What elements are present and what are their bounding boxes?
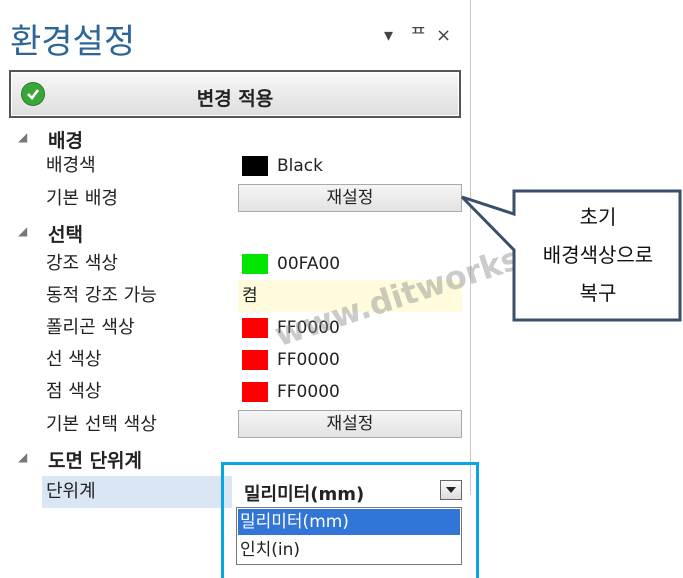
units-option-inch[interactable]: 인치(in) — [238, 537, 460, 563]
property-row-background-color[interactable]: 배경색 Black — [0, 150, 462, 182]
properties-panel: 환경설정 ▾ ᄑ × 변경 적용 ◢ 배경 배경색 Black 기본 배경 재설… — [0, 0, 471, 508]
units-dropdown-list: 밀리미터(mm) 인치(in) — [236, 507, 462, 565]
category-label: 선택 — [48, 224, 83, 246]
property-name: 폴리곤 색상 — [46, 317, 135, 338]
close-icon[interactable]: × — [436, 26, 451, 46]
property-value: 00FA00 — [277, 254, 341, 274]
apply-changes-button[interactable]: 변경 적용 — [9, 70, 461, 118]
property-name: 강조 색상 — [46, 253, 118, 274]
panel-title-bar: 환경설정 ▾ ᄑ × — [0, 0, 470, 64]
property-name: 단위계 — [42, 476, 232, 508]
color-swatch — [242, 350, 268, 370]
color-swatch — [242, 156, 268, 176]
color-swatch — [242, 382, 268, 402]
category-selection[interactable]: ◢ 선택 — [0, 216, 462, 248]
property-name: 기본 선택 색상 — [46, 414, 157, 435]
callout-line-3: 복구 — [579, 281, 617, 305]
color-swatch — [242, 318, 268, 338]
collapse-triangle-icon[interactable]: ◢ — [18, 224, 27, 238]
collapse-triangle-icon[interactable]: ◢ — [18, 450, 27, 464]
property-row-line-color[interactable]: 선 색상 FF0000 — [0, 344, 462, 376]
property-name: 기본 배경 — [46, 188, 118, 209]
property-value: FF0000 — [277, 382, 340, 402]
callout-line-2: 배경색상으로 — [542, 243, 654, 267]
property-name: 동적 강조 가능 — [46, 285, 157, 306]
collapse-triangle-icon[interactable]: ◢ — [18, 130, 27, 144]
panel-menu-dropdown-icon[interactable]: ▾ — [384, 26, 393, 46]
property-name: 배경색 — [46, 155, 96, 176]
category-label: 도면 단위계 — [48, 450, 143, 472]
property-row-point-color[interactable]: 점 색상 FF0000 — [0, 376, 462, 408]
property-row-highlight-color[interactable]: 강조 색상 00FA00 — [0, 248, 462, 280]
panel-title: 환경설정 — [10, 22, 136, 62]
pin-icon[interactable]: ᄑ — [410, 26, 427, 46]
property-row-default-selection-color: 기본 선택 색상 재설정 — [0, 409, 462, 441]
apply-changes-label: 변경 적용 — [196, 88, 274, 110]
units-dropdown-button[interactable] — [440, 480, 462, 500]
property-name: 점 색상 — [46, 381, 102, 402]
units-option-mm[interactable]: 밀리미터(mm) — [238, 509, 460, 535]
units-combobox-value[interactable]: 밀리미터(mm) — [244, 480, 364, 506]
color-swatch — [242, 254, 268, 274]
property-row-default-background: 기본 배경 재설정 — [0, 183, 462, 215]
reset-background-button[interactable]: 재설정 — [238, 184, 462, 212]
property-value: Black — [277, 156, 323, 176]
reset-selection-color-button[interactable]: 재설정 — [238, 410, 462, 438]
property-name: 선 색상 — [46, 349, 102, 370]
callout-line-1: 초기 — [579, 205, 617, 229]
callout-text: 초기 배경색상으로 복구 — [520, 198, 676, 312]
category-label: 배경 — [48, 130, 83, 152]
